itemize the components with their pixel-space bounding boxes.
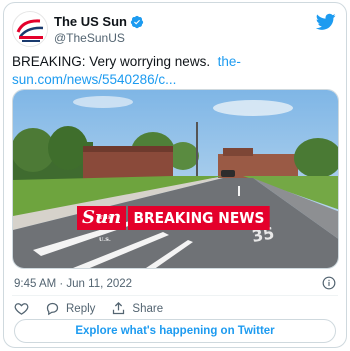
tweet-text: BREAKING: Very worrying news. the-sun.co… xyxy=(12,53,332,89)
reply-icon xyxy=(46,302,59,316)
handle[interactable]: @TheSunUS xyxy=(54,31,125,45)
reply-button[interactable]: Reply xyxy=(45,301,95,316)
tweet-body: BREAKING: Very worrying news. xyxy=(12,54,211,69)
tweet-card: The US Sun @TheSunUS BREAKING: Very worr… xyxy=(3,2,347,348)
tweet-media-image[interactable]: 35 THE U.S. Sun BREAKING NEWS xyxy=(12,89,339,269)
banner-text: BREAKING NEWS xyxy=(128,206,271,230)
like-button[interactable] xyxy=(14,301,29,316)
share-label: Share xyxy=(132,302,164,315)
sun-banner-logo: THE U.S. Sun xyxy=(77,206,127,243)
explore-twitter-button[interactable]: Explore what's happening on Twitter xyxy=(14,319,336,343)
breaking-news-banner: THE U.S. Sun BREAKING NEWS xyxy=(77,206,282,243)
verified-badge-icon xyxy=(130,15,144,28)
reply-label: Reply xyxy=(66,302,96,315)
tweet-timestamp[interactable]: 9:45 AM · Jun 11, 2022 xyxy=(14,278,132,290)
tweet-header: The US Sun @TheSunUS xyxy=(12,9,338,49)
street-scene-image: 35 xyxy=(13,90,338,268)
share-button[interactable]: Share xyxy=(111,301,163,316)
divider xyxy=(12,295,338,296)
heart-icon xyxy=(14,303,29,315)
display-name[interactable]: The US Sun xyxy=(54,14,127,29)
tweet-actions: Reply Share xyxy=(14,301,179,316)
avatar[interactable] xyxy=(12,11,48,47)
share-icon xyxy=(113,301,125,315)
info-icon[interactable] xyxy=(322,276,336,290)
twitter-bird-icon[interactable] xyxy=(316,13,336,31)
sun-logo-icon xyxy=(14,13,47,46)
